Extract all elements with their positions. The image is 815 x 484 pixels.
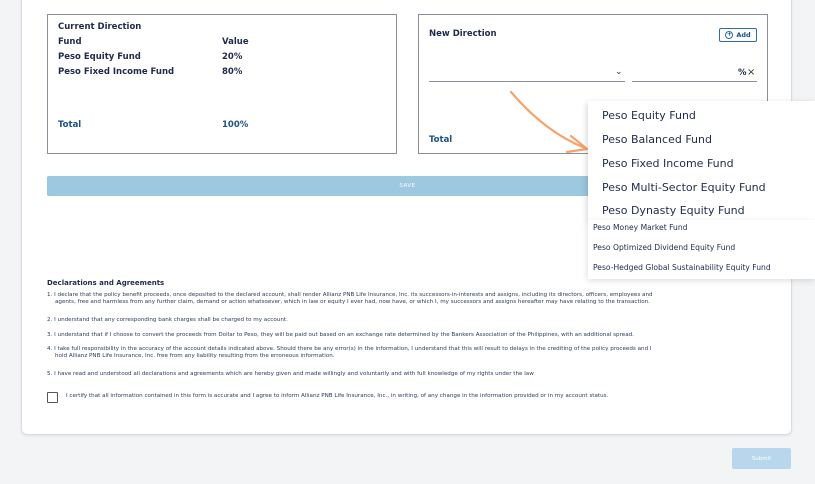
certify-text: I certify that all information contained…	[66, 393, 609, 399]
declaration-item: 1. I declare that the policy benefit pro…	[47, 292, 772, 306]
current-total-label: Total	[58, 120, 82, 130]
dropdown-option[interactable]: Peso Dynasty Equity Fund	[602, 204, 745, 217]
value-column-header: Value	[222, 37, 249, 47]
declaration-item: 4. I take full responsibility in the acc…	[47, 346, 772, 360]
dropdown-option[interactable]: Peso Money Market Fund	[593, 223, 688, 232]
current-direction-panel: Current Direction Fund Value Peso Equity…	[47, 14, 397, 154]
certify-checkbox[interactable]	[47, 392, 58, 403]
fund-select[interactable]	[429, 81, 625, 82]
current-fund-name: Peso Fixed Income Fund	[58, 67, 175, 77]
plus-circle-icon: +	[725, 31, 734, 39]
declaration-text: 5. I have read and understood all declar…	[47, 371, 534, 377]
declaration-text: 3. I understand that if I choose to conv…	[47, 332, 634, 338]
declaration-text-continued: agents, free and harmless from any furth…	[55, 299, 650, 305]
chevron-down-icon[interactable]: ⌄	[615, 67, 623, 77]
new-direction-title: New Direction	[429, 29, 497, 39]
fund-dropdown-menu: Peso Equity Fund Peso Balanced Fund Peso…	[588, 101, 815, 221]
declaration-item: 5. I have read and understood all declar…	[47, 371, 772, 378]
fund-dropdown-menu-extended: Peso Money Market Fund Peso Optimized Di…	[588, 220, 815, 279]
dropdown-option[interactable]: Peso-Hedged Global Sustainability Equity…	[593, 263, 771, 272]
dropdown-option[interactable]: Peso Balanced Fund	[602, 133, 712, 146]
declaration-text-continued: hold Allianz PNB Life Insurance, Inc. fr…	[55, 353, 335, 359]
declaration-text: 4. I take full responsibility in the acc…	[47, 346, 652, 352]
current-total-value: 100%	[222, 120, 249, 130]
current-fund-value: 80%	[222, 67, 243, 77]
dropdown-option[interactable]: Peso Multi-Sector Equity Fund	[602, 181, 766, 194]
dropdown-option[interactable]: Peso Fixed Income Fund	[602, 157, 734, 170]
add-button-label: Add	[736, 31, 751, 39]
declaration-text: 2. I understand that any corresponding b…	[47, 317, 288, 323]
fund-column-header: Fund	[58, 37, 82, 47]
annotation-arrow-icon	[509, 90, 589, 154]
dropdown-option[interactable]: Peso Equity Fund	[602, 109, 696, 122]
declaration-item: 2. I understand that any corresponding b…	[47, 317, 772, 324]
percent-sign: %	[738, 68, 747, 78]
percentage-input[interactable]	[632, 81, 757, 82]
current-fund-name: Peso Equity Fund	[58, 52, 141, 62]
new-total-label: Total	[429, 135, 453, 145]
remove-row-icon[interactable]: ×	[747, 67, 755, 78]
add-fund-button[interactable]: + Add	[719, 28, 757, 42]
dropdown-option[interactable]: Peso Optimized Dividend Equity Fund	[593, 243, 735, 252]
current-direction-title: Current Direction	[58, 22, 142, 32]
current-fund-value: 20%	[222, 52, 243, 62]
declarations-title: Declarations and Agreements	[47, 279, 165, 287]
submit-button[interactable]: Submit	[732, 448, 791, 469]
declaration-item: 3. I understand that if I choose to conv…	[47, 332, 772, 339]
declaration-text: 1. I declare that the policy benefit pro…	[47, 292, 653, 298]
